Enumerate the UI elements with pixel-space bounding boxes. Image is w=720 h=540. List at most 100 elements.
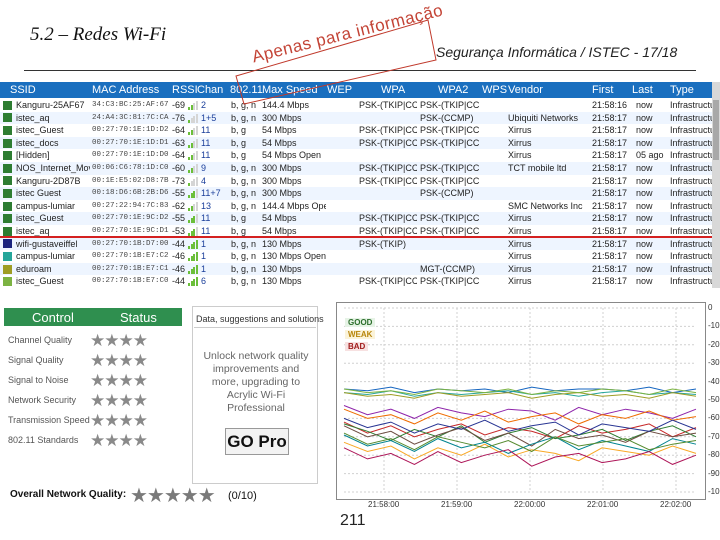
cell-last: 05 ago — [636, 150, 664, 161]
table-row[interactable]: Kanguru-2D87B 00:1E:E5:02:D8:7B -73 4 b, g, … — [0, 174, 714, 188]
quality-item-label: Channel Quality — [8, 335, 73, 345]
cell-chan: 1 — [201, 251, 207, 262]
table-scroll-thumb[interactable] — [713, 100, 719, 160]
cell-std: b, g, n — [231, 175, 257, 186]
table-row[interactable]: istec_Guest 00:27:70:1E:1D:D2 -64 11 b, g 54 … — [0, 124, 714, 137]
cell-type: Infrastructure — [670, 175, 714, 186]
overall-quality-stars: ★★★★★ — [130, 485, 216, 507]
cell-chan: 1 — [201, 263, 207, 274]
cell-chan: 4 — [201, 175, 207, 186]
column-header[interactable]: Type — [670, 84, 694, 96]
cell-type: Infrastructure — [670, 137, 714, 148]
cell-chan: 11+7 — [201, 188, 221, 199]
table-row[interactable]: istec_Guest 00:27:70:1E:9C:D2 -55 11 b, g 54 … — [0, 212, 714, 225]
selection-line — [0, 236, 712, 238]
cell-rssi: -55 — [172, 213, 186, 224]
cell-mac: 00:27:70:1B:D7:00 — [92, 239, 169, 248]
cell-type: Infrastructure — [670, 200, 714, 211]
cell-rssi: -46 — [172, 251, 186, 262]
table-row[interactable]: NOS_Internet_Mov 00:06:C6:78:1D:C0 -60 9 b, … — [0, 162, 714, 175]
cell-chan: 1+5 — [201, 112, 217, 123]
network-color-swatch — [3, 239, 12, 249]
cell-wpa2: PSK-(TKIP|CCMP) — [420, 175, 480, 186]
column-header[interactable]: MAC Address — [92, 84, 159, 96]
cell-chan: 9 — [201, 163, 207, 173]
column-header[interactable]: Vendor — [508, 84, 543, 96]
table-row[interactable]: istec_aq 24:A4:3C:81:7C:CA -76 1+5 b, g, n 30… — [0, 111, 714, 125]
network-color-swatch — [3, 214, 12, 224]
cell-rssi: -62 — [172, 200, 186, 211]
cell-rssi: -73 — [172, 175, 186, 186]
column-header[interactable]: Chan — [197, 84, 223, 96]
suggestions-heading: Data, suggestions and solutions — [196, 314, 324, 324]
cell-type: Infrastructure — [670, 125, 714, 136]
go-pro-button[interactable]: GO Pro — [225, 428, 289, 455]
table-row[interactable]: campus-lumiar 00:27:22:94:7C:83 -62 13 b, g,… — [0, 199, 714, 213]
table-row[interactable]: [Hidden] 00:27:70:1E:1D:D0 -64 11 b, g 54 Mbp… — [0, 149, 714, 162]
cell-rssi: -44 — [172, 276, 186, 287]
column-header[interactable]: Last — [632, 84, 653, 96]
cell-type: Infrastructure — [670, 112, 714, 123]
cell-last: now — [636, 112, 653, 123]
cell-mac: 00:18:D6:6B:2B:D6 — [92, 189, 169, 198]
column-header[interactable]: WPS — [482, 84, 507, 96]
cell-speed: 54 Mbps Open — [262, 150, 322, 161]
x-tick-label: 22:02:00 — [660, 500, 692, 509]
network-color-swatch — [3, 100, 12, 110]
cell-vendor: Xirrus — [508, 238, 532, 249]
y-tick-label: -20 — [708, 339, 720, 349]
cell-last: now — [636, 200, 653, 211]
cell-vendor: SMC Networks Inc — [508, 200, 583, 211]
cell-std: b, g — [231, 125, 247, 136]
column-header[interactable]: First — [592, 84, 613, 96]
y-tick-label: 0 — [708, 303, 713, 312]
y-tick-label: -100 — [708, 487, 720, 496]
cell-std: b, g, n — [231, 200, 257, 211]
cell-last: now — [636, 137, 653, 148]
cell-first: 21:58:17 — [592, 112, 628, 123]
table-row[interactable]: eduroam 00:27:70:1B:E7:C1 -46 1 b, g, n 130 M… — [0, 262, 714, 276]
cell-vendor: TCT mobile ltd — [508, 163, 567, 173]
suggestions-divider — [194, 327, 316, 328]
cell-speed: 54 Mbps — [262, 213, 297, 224]
cell-std: b, g, n — [231, 163, 257, 173]
cell-std: b, g — [231, 213, 247, 224]
network-color-swatch — [3, 151, 12, 161]
cell-vendor: Xirrus — [508, 125, 532, 136]
cell-last: now — [636, 251, 653, 262]
cell-ssid: [Hidden] — [16, 150, 50, 161]
cell-last: now — [636, 125, 653, 136]
quality-item-label: Transmission Speed — [8, 415, 90, 425]
cell-last: now — [636, 213, 653, 224]
table-row[interactable]: campus-lumiar 00:27:70:1B:E7:C2 -46 1 b, g, … — [0, 250, 714, 263]
column-header[interactable]: RSSI — [172, 84, 198, 96]
cell-std: b, g, n — [231, 251, 257, 262]
table-row[interactable]: istec_docs 00:27:70:1E:1D:D1 -63 11 b, g 54 M… — [0, 136, 714, 150]
cell-rssi: -69 — [172, 100, 186, 110]
cell-std: b, g — [231, 150, 247, 161]
column-header[interactable]: WPA2 — [438, 84, 468, 96]
cell-speed: 300 Mbps — [262, 175, 302, 186]
overall-quality-score: (0/10) — [228, 490, 257, 502]
legend-weak: WEAK — [345, 330, 376, 339]
cell-type: Infrastructure — [670, 100, 714, 110]
signal-chart-plot — [343, 307, 697, 493]
cell-ssid: campus-lumiar — [16, 251, 76, 262]
legend-bad: BAD — [345, 342, 369, 351]
y-tick-label: -40 — [708, 376, 720, 386]
cell-type: Infrastructure — [670, 150, 714, 161]
quality-item-stars: ★★★★ — [90, 331, 148, 350]
quality-item-stars: ★★★★ — [90, 431, 148, 450]
cell-std: b, g, n — [231, 238, 257, 249]
cell-rssi: -76 — [172, 112, 186, 123]
overall-quality-label: Overall Network Quality: — [10, 489, 127, 500]
cell-ssid: istec_Guest — [16, 125, 64, 136]
table-row[interactable]: wifi-gustaveiffel 00:27:70:1B:D7:00 -44 1 b,… — [0, 237, 714, 251]
column-header[interactable]: SSID — [10, 84, 36, 96]
table-row[interactable]: istec_Guest 00:27:70:1B:E7:C0 -44 6 b, g, n 1… — [0, 275, 714, 288]
cell-rssi: -64 — [172, 125, 186, 136]
cell-wpa2: PSK-(TKIP|CCMP) — [420, 137, 480, 148]
cell-vendor: Xirrus — [508, 213, 532, 224]
cell-ssid: Kanguru-25AF67 — [16, 100, 85, 110]
table-row[interactable]: istec Guest 00:18:D6:6B:2B:D6 -55 11+7 b, g,… — [0, 187, 714, 200]
